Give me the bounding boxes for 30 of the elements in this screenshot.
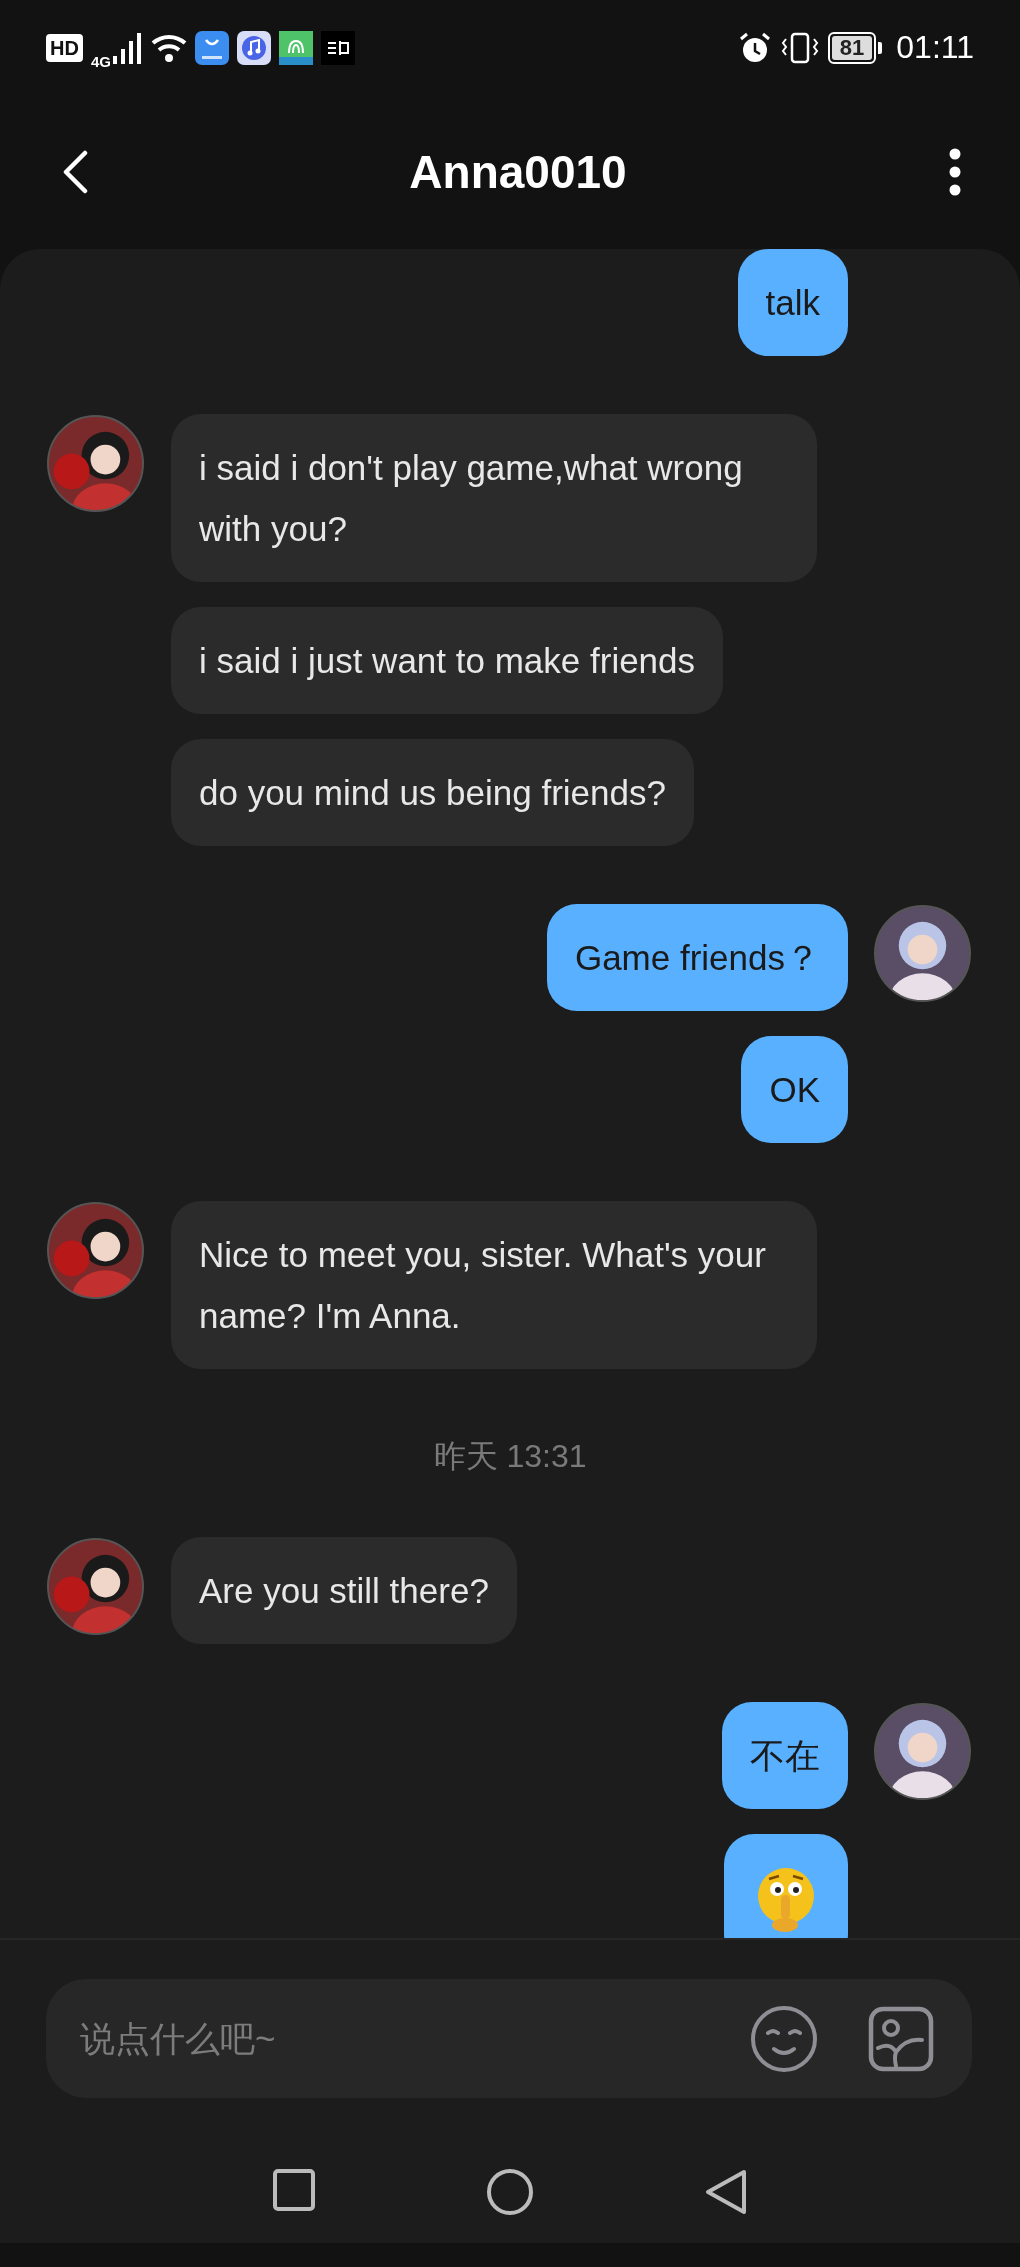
signal-icon <box>112 31 143 64</box>
home-icon[interactable] <box>486 2168 534 2216</box>
message-bubble: do you mind us being friends? <box>171 739 694 846</box>
back-nav-icon[interactable] <box>704 2168 748 2216</box>
music-app-icon <box>236 30 271 65</box>
app-icon <box>194 30 229 65</box>
alarm-icon <box>737 30 772 65</box>
message-bubble: Nice to meet you, sister. What's your name? I'm Anna. <box>171 1201 817 1369</box>
shushing-face-icon <box>755 1865 817 1933</box>
message-bubble: OK <box>741 1036 848 1143</box>
app-icon <box>320 30 355 65</box>
chat-title: Anna0010 <box>409 145 627 199</box>
clock: 01:11 <box>896 29 974 66</box>
smiley-icon[interactable] <box>750 2004 818 2073</box>
more-icon[interactable] <box>948 148 962 196</box>
recents-icon[interactable] <box>272 2168 316 2212</box>
message-bubble: Are you still there? <box>171 1537 517 1644</box>
vibrate-icon <box>779 30 820 65</box>
message-bubble: i said i just want to make friends <box>171 607 724 714</box>
fingerprint-app-icon <box>278 30 313 65</box>
message-bubble: i said i don't play game,what wrong with you? <box>171 414 817 582</box>
message-bubble: talk <box>737 249 848 356</box>
input-field[interactable]: 说点什么吧~ <box>46 1979 972 2098</box>
message-bubble: 不在 <box>722 1702 848 1809</box>
image-icon[interactable] <box>868 2005 934 2072</box>
timestamp: 昨天 13:31 <box>433 1437 587 1476</box>
hd-badge: HD <box>46 33 83 62</box>
network-label: 4G <box>90 53 111 70</box>
back-icon[interactable] <box>62 150 88 194</box>
message-bubble: Game friends？ <box>546 904 848 1011</box>
